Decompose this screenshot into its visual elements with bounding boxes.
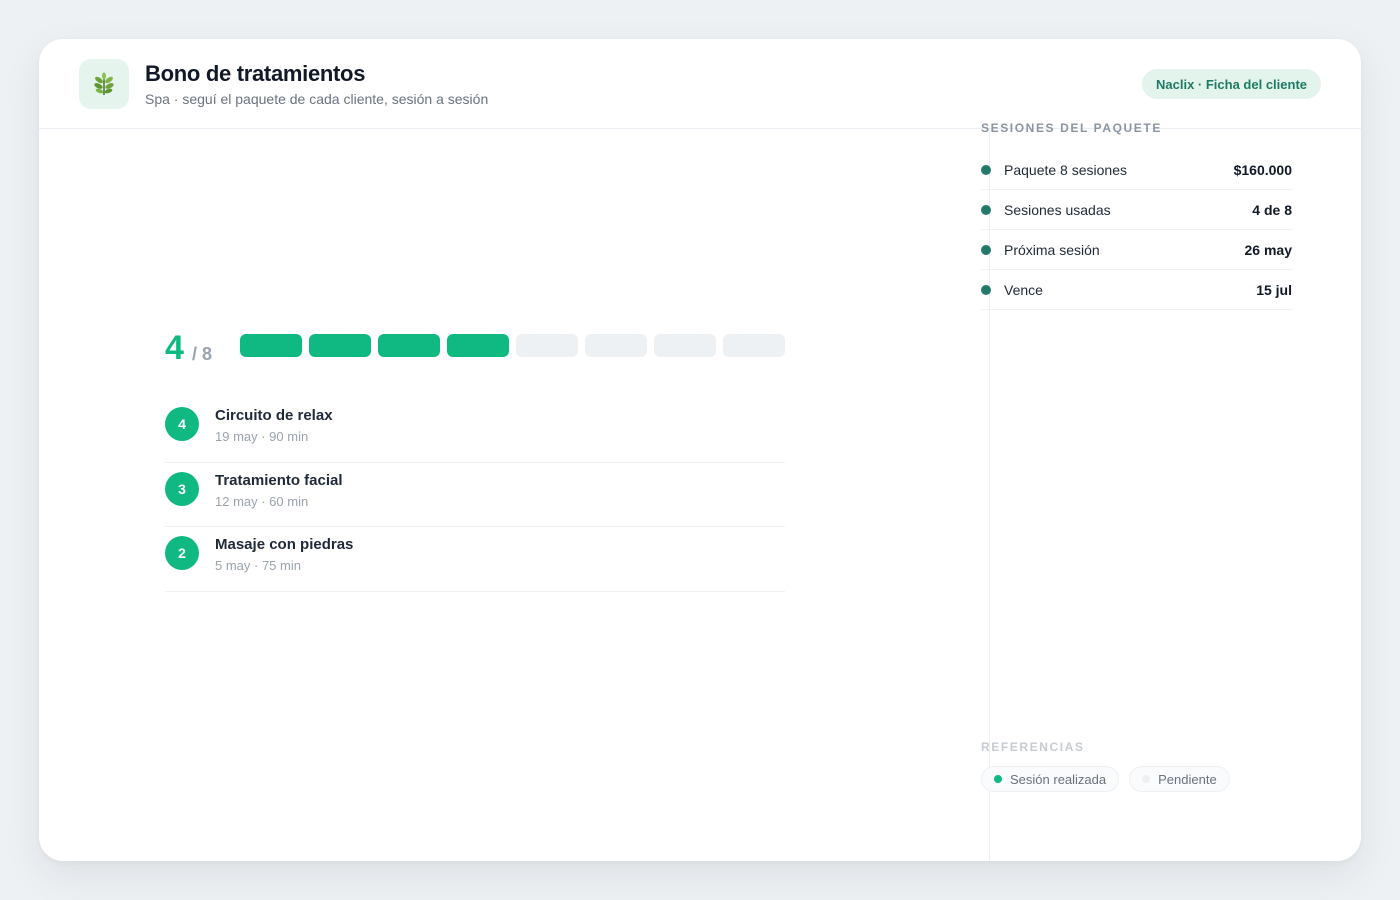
session-number-badge: 2 <box>165 536 199 570</box>
legend-pending: Pendiente <box>1129 766 1230 792</box>
legend-done-label: Sesión realizada <box>1010 771 1107 787</box>
total-count: / 8 <box>192 344 213 364</box>
summary-value: $160.000 <box>1233 162 1292 178</box>
segment-pending <box>585 334 647 357</box>
summary-row: Paquete 8 sesiones $160.000 <box>981 150 1292 190</box>
session-name: Circuito de relax <box>215 407 333 424</box>
session-meta: 19 may · 90 min <box>215 429 309 444</box>
segment-done <box>447 334 509 357</box>
used-count: 4 <box>165 329 184 367</box>
page-subtitle: Spa · seguí el paquete de cada cliente, … <box>145 91 489 107</box>
summary-label: Vence <box>1004 282 1043 298</box>
progress-segments <box>240 334 785 357</box>
bullet-dot <box>981 205 991 215</box>
legend-title: REFERENCIAS <box>981 740 1085 754</box>
summary-label: Sesiones usadas <box>1004 202 1111 218</box>
header: Bono de tratamientos Spa · seguí el paqu… <box>39 39 1361 129</box>
summary-value: 15 jul <box>1256 282 1292 298</box>
bullet-dot <box>981 165 991 175</box>
leaf-icon <box>94 72 114 95</box>
session-progress: 4 / 8 <box>165 330 785 370</box>
list-item[interactable]: 4 Circuito de relax 19 may · 90 min <box>165 398 785 463</box>
segment-done <box>309 334 371 357</box>
session-number-badge: 4 <box>165 407 199 441</box>
summary-title: SESIONES DEL PAQUETE <box>981 121 1162 135</box>
session-name: Tratamiento facial <box>215 471 343 489</box>
page-title: Bono de tratamientos <box>145 61 366 86</box>
list-item[interactable]: 2 Masaje con piedras 5 may · 75 min <box>165 527 785 592</box>
session-number-badge: 3 <box>165 471 199 506</box>
summary-value: 4 de 8 <box>1252 202 1292 218</box>
summary-row: Sesiones usadas 4 de 8 <box>981 190 1292 230</box>
legend: Sesión realizada Pendiente <box>981 766 1230 792</box>
done-dot-icon <box>994 775 1002 783</box>
segment-pending <box>654 334 716 357</box>
bullet-dot <box>981 245 991 255</box>
summary-row: Próxima sesión 26 may <box>981 230 1292 270</box>
summary-label: Próxima sesión <box>1004 242 1100 258</box>
legend-pending-label: Pendiente <box>1158 771 1217 787</box>
package-summary: Paquete 8 sesiones $160.000 Sesiones usa… <box>981 150 1292 310</box>
session-meta: 5 may · 75 min <box>215 558 301 573</box>
segment-pending <box>723 334 785 357</box>
segment-done <box>378 334 440 357</box>
client-sheet-badge[interactable]: Naclix · Ficha del cliente <box>1142 69 1321 99</box>
summary-row: Vence 15 jul <box>981 270 1292 310</box>
pending-dot-icon <box>1142 775 1151 783</box>
segment-pending <box>516 334 578 357</box>
segment-done <box>240 334 302 357</box>
session-list: 4 Circuito de relax 19 may · 90 min 3 Tr… <box>165 398 785 592</box>
list-item[interactable]: 3 Tratamiento facial 12 may · 60 min <box>165 463 785 527</box>
legend-done: Sesión realizada <box>981 766 1120 792</box>
summary-value: 26 may <box>1244 242 1292 258</box>
session-name: Masaje con piedras <box>215 536 354 553</box>
summary-label: Paquete 8 sesiones <box>1004 162 1127 178</box>
bullet-dot <box>981 285 991 295</box>
session-meta: 12 may · 60 min <box>215 493 309 509</box>
logo <box>79 59 129 109</box>
